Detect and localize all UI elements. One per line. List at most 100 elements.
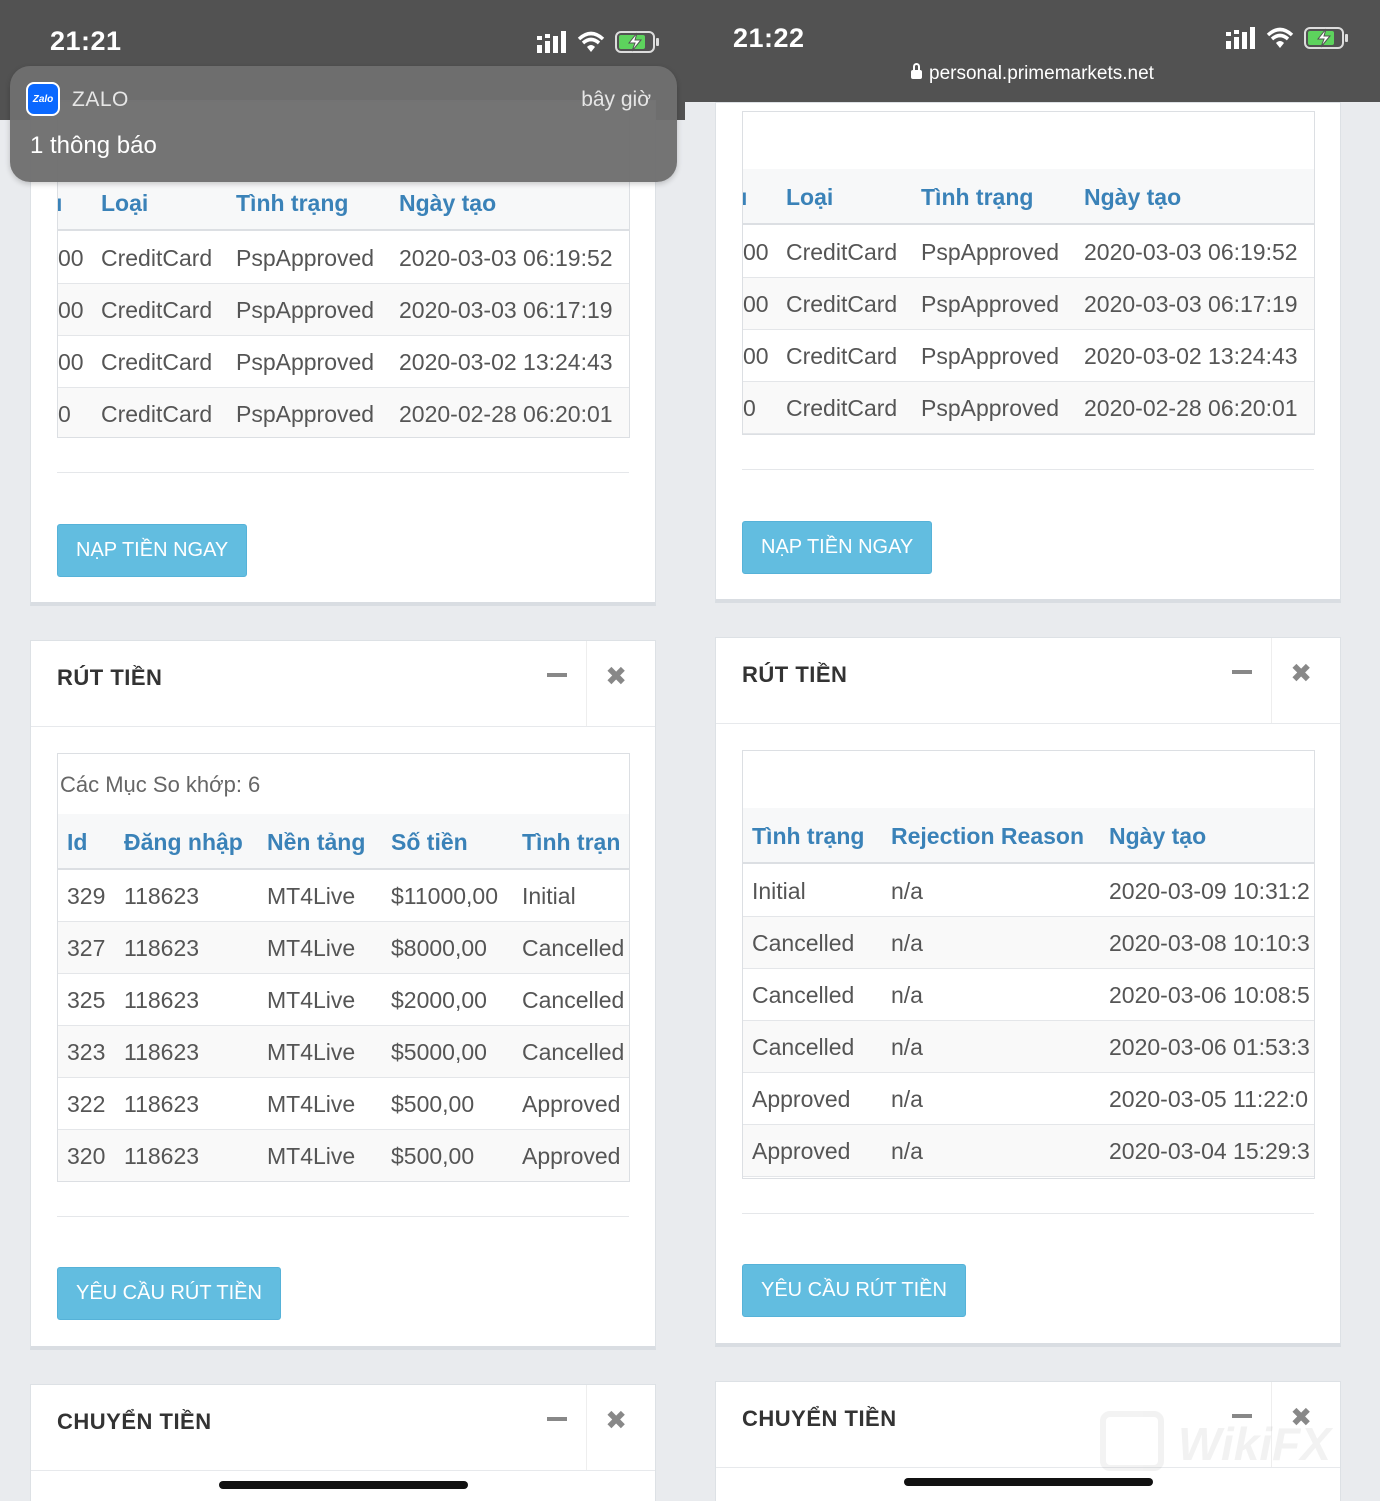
column-header-login[interactable]: Đăng nhập bbox=[124, 814, 243, 870]
table-row: 00 CreditCard PspApproved 2020-03-03 06:… bbox=[743, 226, 1314, 278]
cell: Initial bbox=[752, 878, 806, 904]
signal-icon bbox=[1226, 27, 1255, 49]
column-header-created[interactable]: Ngày tạo bbox=[399, 175, 496, 231]
cell: Cancelled bbox=[752, 1034, 855, 1060]
status-icons bbox=[537, 30, 661, 54]
column-header-type[interactable]: Loại bbox=[101, 175, 148, 231]
close-icon[interactable]: ✖ bbox=[605, 1405, 627, 1436]
column-header-created[interactable]: Ngày tạo bbox=[1084, 169, 1181, 225]
cell: 2020-03-05 11:22:0 bbox=[1109, 1086, 1309, 1112]
deposit-table-header: ı Loại Tình trạng Ngày tạo bbox=[58, 175, 629, 231]
column-header-amount[interactable]: Số tiền bbox=[391, 814, 468, 870]
cell: MT4Live bbox=[267, 1039, 356, 1065]
deposit-now-button[interactable]: NẠP TIỀN NGAY bbox=[57, 524, 248, 577]
table-caption: Các Mục So khớp: 6 bbox=[60, 772, 261, 797]
cell: $11000,00 bbox=[391, 883, 499, 909]
table-row: 0 CreditCard PspApproved 2020-02-28 06:2… bbox=[743, 382, 1314, 434]
cell: n/a bbox=[891, 982, 923, 1008]
cell: CreditCard bbox=[786, 395, 898, 421]
cell: Approved bbox=[752, 1138, 851, 1164]
minus-icon[interactable] bbox=[547, 673, 567, 677]
table-row: 327 118623 MT4Live $8000,00 Cancelled bbox=[58, 922, 629, 974]
cell: $500,00 bbox=[391, 1143, 475, 1169]
close-icon[interactable]: ✖ bbox=[1290, 658, 1312, 689]
deposit-now-button[interactable]: NẠP TIỀN NGAY bbox=[742, 521, 933, 574]
cell: Cancelled bbox=[752, 930, 855, 956]
cell: CreditCard bbox=[101, 297, 213, 323]
cell: Approved bbox=[522, 1091, 621, 1117]
column-header-platform[interactable]: Nền tảng bbox=[267, 814, 365, 870]
cell: CreditCard bbox=[786, 291, 898, 317]
column-header[interactable]: ı bbox=[743, 169, 747, 225]
cell: 2020-03-03 06:19:52 bbox=[1084, 239, 1298, 265]
panel-title: RÚT TIỀN bbox=[742, 662, 848, 687]
cell: 2020-02-28 06:20:01 bbox=[1084, 395, 1298, 421]
left-screenshot: 21:21 Zalo ZALO bây giờ 1 thông báo Loại… bbox=[0, 0, 685, 1501]
cell: MT4Live bbox=[267, 1091, 356, 1117]
minus-icon[interactable] bbox=[547, 1417, 567, 1421]
divider bbox=[586, 641, 587, 726]
column-header-status[interactable]: Tình trạng bbox=[921, 169, 1033, 225]
column-header-type[interactable]: Loại bbox=[786, 169, 833, 225]
divider bbox=[1271, 638, 1272, 723]
status-icons bbox=[1226, 26, 1350, 50]
cell: MT4Live bbox=[267, 935, 356, 961]
deposit-table-body: 00 CreditCard PspApproved 2020-03-03 06:… bbox=[743, 226, 1314, 434]
cell: 320 bbox=[67, 1143, 106, 1169]
minus-icon[interactable] bbox=[1232, 670, 1252, 674]
column-header-id[interactable]: Id bbox=[67, 814, 87, 870]
home-indicator[interactable] bbox=[219, 1481, 468, 1489]
cell: 2020-03-06 10:08:5 bbox=[1109, 982, 1310, 1008]
column-header-status[interactable]: Tình trạn bbox=[522, 814, 620, 870]
cell: PspApproved bbox=[236, 297, 375, 323]
table-row: Cancelled n/a 2020-03-06 10:08:5 bbox=[743, 969, 1314, 1021]
cell: PspApproved bbox=[236, 245, 375, 271]
cell: $8000,00 bbox=[391, 935, 487, 961]
zalo-app-icon: Zalo bbox=[26, 82, 60, 116]
divider bbox=[742, 469, 1314, 470]
column-header-status[interactable]: Tình trạng bbox=[236, 175, 348, 231]
column-header[interactable]: ı bbox=[58, 175, 62, 231]
request-withdraw-button[interactable]: YÊU CẦU RÚT TIỀN bbox=[57, 1267, 281, 1320]
status-bar: 21:22 personal.primemarkets.net bbox=[685, 0, 1380, 102]
divider bbox=[57, 1216, 629, 1217]
cell: PspApproved bbox=[236, 349, 375, 375]
address-bar[interactable]: personal.primemarkets.net bbox=[685, 63, 1380, 85]
withdraw-table-body: 329 118623 MT4Live $11000,00 Initial 327… bbox=[58, 870, 629, 1181]
divider bbox=[57, 472, 629, 473]
cell: MT4Live bbox=[267, 987, 356, 1013]
url-text: personal.primemarkets.net bbox=[929, 63, 1154, 84]
cell: CreditCard bbox=[786, 239, 898, 265]
table-row: Initial n/a 2020-03-09 10:31:2 bbox=[743, 865, 1314, 917]
cell: 327 bbox=[67, 935, 106, 961]
withdraw-table: Các Mục So khớp: 6 Id Đăng nhập Nền tảng… bbox=[57, 753, 630, 1182]
zalo-notification[interactable]: Zalo ZALO bây giờ 1 thông báo bbox=[10, 66, 677, 182]
withdraw-table-body: Initial n/a 2020-03-09 10:31:2 Cancelled… bbox=[743, 865, 1314, 1178]
cell: 2020-03-04 15:29:3 bbox=[1109, 1138, 1310, 1164]
cell: Cancelled bbox=[522, 987, 625, 1013]
cell: 2020-03-02 13:24:43 bbox=[1084, 343, 1298, 369]
deposit-panel: ı Loại Tình trạng Ngày tạo 00 CreditCard… bbox=[715, 102, 1341, 603]
panel-title: RÚT TIỀN bbox=[57, 665, 163, 690]
column-header-created[interactable]: Ngày tạo bbox=[1109, 808, 1206, 864]
request-withdraw-button[interactable]: YÊU CẦU RÚT TIỀN bbox=[742, 1264, 966, 1317]
cell: 2020-03-09 10:31:2 bbox=[1109, 878, 1310, 904]
column-header-rejection-reason[interactable]: Rejection Reason bbox=[891, 808, 1084, 864]
deposit-table: ı Loại Tình trạng Ngày tạo 00 CreditCard… bbox=[742, 111, 1315, 435]
wifi-icon bbox=[577, 31, 605, 52]
table-row: 320 118623 MT4Live $500,00 Approved bbox=[58, 1130, 629, 1181]
cell: n/a bbox=[891, 930, 923, 956]
cell: $2000,00 bbox=[391, 987, 487, 1013]
cell: 329 bbox=[67, 883, 106, 909]
withdraw-table-header: Id Đăng nhập Nền tảng Số tiền Tình trạn bbox=[58, 814, 629, 870]
home-indicator[interactable] bbox=[904, 1478, 1153, 1486]
watermark-logo: WikiFX bbox=[1100, 1411, 1360, 1471]
cell: n/a bbox=[891, 1086, 923, 1112]
notification-app-name: ZALO bbox=[72, 88, 129, 111]
cell: n/a bbox=[891, 1034, 923, 1060]
column-header-status[interactable]: Tình trạng bbox=[752, 808, 864, 864]
cell: CreditCard bbox=[101, 349, 213, 375]
cell: 118623 bbox=[124, 1039, 200, 1065]
close-icon[interactable]: ✖ bbox=[605, 661, 627, 692]
table-row: Cancelled n/a 2020-03-06 01:53:3 bbox=[743, 1021, 1314, 1073]
